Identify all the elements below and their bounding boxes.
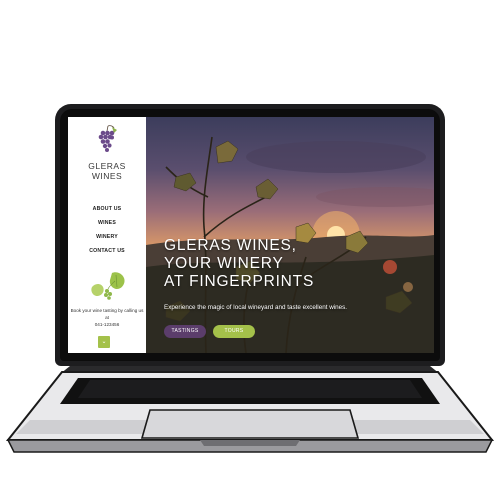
booking-phone[interactable]: 041-123456 [70,321,144,328]
hero-banner: GLERAS WINES, YOUR WINERY AT FINGERPRINT… [146,117,434,353]
nav-item-wines[interactable]: WINES [68,216,146,230]
hero-subheadline: Experience the magic of local wineyard a… [164,304,348,311]
booking-text: Book your wine tasting by calling us at [70,308,144,320]
laptop-base [5,366,495,453]
brand-line-2: WINES [91,171,123,181]
headline-line-1: GLERAS WINES, [164,237,297,254]
sidebar-nav: ABOUT US WINES WINERY CONTACT US [68,202,146,258]
nav-item-winery[interactable]: WINERY [68,230,146,244]
chevron-down-icon: ⌄ [101,339,107,345]
brand-name: GLERAS WINES [68,161,146,181]
sidebar: GLERAS WINES ABOUT US WINES WINERY CONTA… [68,117,146,353]
hero-headline: GLERAS WINES, YOUR WINERY AT FINGERPRINT… [164,237,424,291]
nav-item-about-us[interactable]: ABOUT US [68,202,146,216]
headline-line-2: YOUR WINERY [164,255,284,272]
nav-item-contact-us[interactable]: CONTACT US [68,244,146,258]
brand-line-1: GLERAS [88,161,126,171]
tastings-button[interactable]: TASTINGS [164,325,206,338]
grape-leaf-illustration-icon [91,272,125,300]
booking-call-to-action: Book your wine tasting by calling us at … [70,307,144,328]
grape-logo-icon [98,125,117,152]
laptop-screen: GLERAS WINES ABOUT US WINES WINERY CONTA… [68,117,434,353]
scroll-down-button[interactable]: ⌄ [98,336,110,348]
tours-button[interactable]: TOURS [213,325,255,338]
headline-line-3: AT FINGERPRINTS [164,273,315,290]
vineyard-sunset-photo [146,136,434,353]
